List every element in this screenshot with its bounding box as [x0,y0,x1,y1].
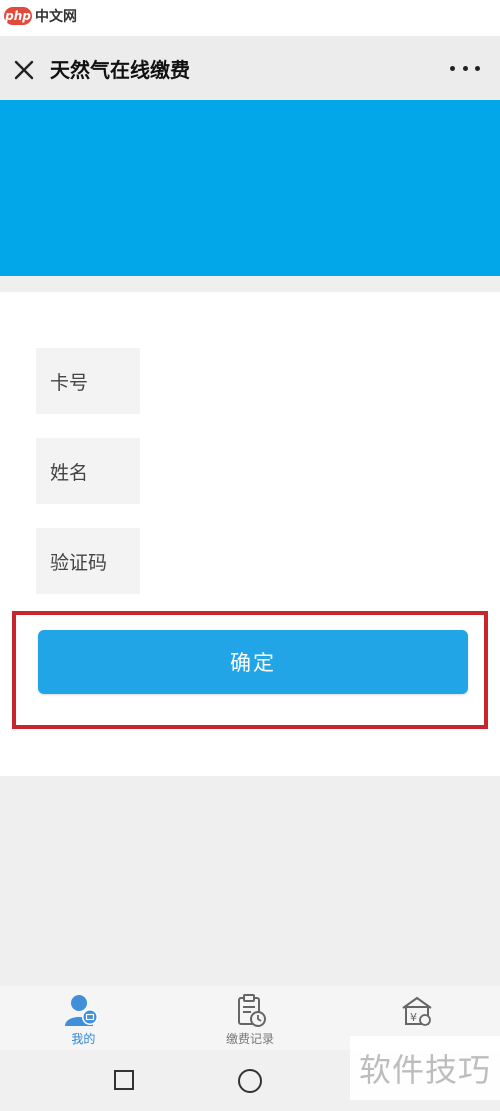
yen-building-icon: ¥ [402,996,432,1026]
payment-form: 卡号 姓名 验证码 确定 [0,292,500,776]
tab-mine[interactable]: 我的 [0,986,167,1050]
site-name: 中文网 [35,9,77,25]
more-button[interactable] [450,60,480,76]
close-button[interactable] [8,54,40,86]
user-card-icon [65,995,99,1026]
page-title: 天然气在线缴费 [50,58,190,82]
confirm-button[interactable]: 确定 [38,630,468,694]
top-watermark: php 中文网 [0,0,500,36]
bottom-watermark: 软件技巧 [350,1036,500,1100]
site-logo: php 中文网 [4,4,77,28]
captcha-label: 验证码 [36,528,140,594]
card-number-label: 卡号 [36,348,140,414]
name-input[interactable] [140,438,464,504]
title-bar: 天然气在线缴费 [0,36,500,100]
captcha-input[interactable] [140,528,464,594]
circle-icon[interactable] [238,1069,262,1093]
confirm-highlight-box: 确定 [12,611,488,729]
captcha-field: 验证码 [36,528,464,594]
more-dots-icon [450,65,455,71]
tab-label-mine: 我的 [71,1032,96,1046]
card-number-field: 卡号 [36,348,464,414]
tab-label-payment-records: 缴费记录 [226,1032,275,1046]
tab-payment-records[interactable]: 缴费记录 [167,986,334,1050]
name-field: 姓名 [36,438,464,504]
square-icon[interactable] [114,1070,134,1090]
svg-text:¥: ¥ [410,1011,417,1024]
banner [0,100,500,276]
php-logo-badge: php [4,7,32,25]
card-number-input[interactable] [140,348,464,414]
close-icon [14,60,34,80]
clipboard-clock-icon [238,994,266,1027]
name-label: 姓名 [36,438,140,504]
